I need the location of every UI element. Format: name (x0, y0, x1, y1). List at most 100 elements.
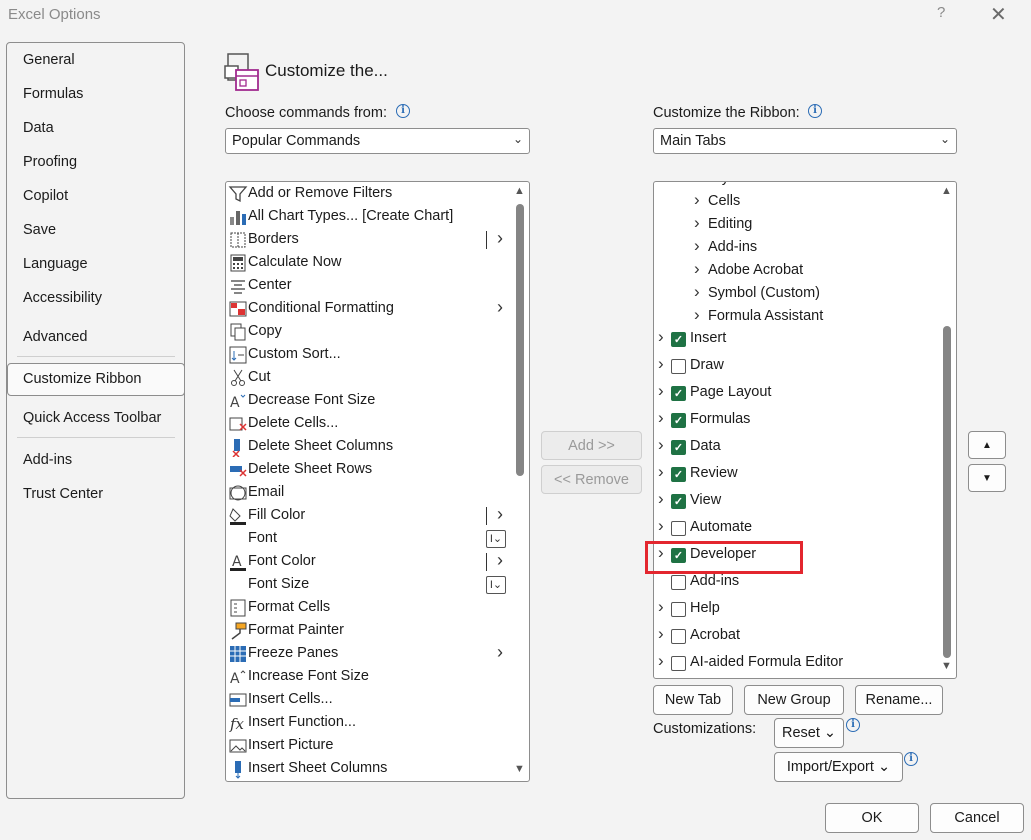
command-list-item[interactable]: A Font Color › (226, 550, 511, 574)
commands-scrollbar[interactable]: ▲ ▼ (511, 182, 529, 781)
tab-checkbox[interactable]: ✓ (671, 413, 686, 428)
scroll-down-arrow-icon[interactable]: ▼ (514, 763, 525, 775)
command-list-item[interactable]: Delete Cells... (226, 413, 511, 436)
ribbon-tab-item[interactable]: › Draw (654, 354, 938, 381)
move-down-button[interactable]: ▼ (968, 464, 1006, 492)
ribbon-tab-item[interactable]: › AI-aided Formula Editor (654, 651, 938, 678)
command-list-item[interactable]: Insert Sheet Columns (226, 758, 511, 781)
command-list-item[interactable]: Format Cells (226, 597, 511, 620)
new-group-button[interactable]: New Group (744, 685, 844, 715)
scroll-down-arrow-icon[interactable]: ▼ (941, 660, 952, 672)
cancel-button[interactable]: Cancel (930, 803, 1024, 833)
add-button[interactable]: Add >> (541, 431, 642, 460)
chevron-right-icon[interactable]: › (658, 327, 664, 347)
commands-list[interactable]: Add or Remove Filters All Chart Types... … (225, 181, 530, 782)
import-export-button[interactable]: Import/Export ⌄ (774, 752, 903, 782)
ribbon-group-item[interactable]: › Editing (654, 213, 938, 237)
chevron-right-icon[interactable]: › (658, 651, 664, 671)
chevron-right-icon[interactable]: › (658, 597, 664, 617)
nav-item-quick-access-toolbar[interactable]: Quick Access Toolbar (23, 410, 161, 426)
chevron-right-icon[interactable]: › (658, 381, 664, 401)
new-tab-button[interactable]: New Tab (653, 685, 733, 715)
command-list-item[interactable]: A Increase Font Size (226, 666, 511, 689)
chevron-right-icon[interactable]: › (694, 190, 700, 210)
tab-checkbox[interactable] (671, 602, 686, 617)
tab-checkbox[interactable]: ✓ (671, 440, 686, 455)
chevron-right-icon[interactable]: › (658, 435, 664, 455)
info-icon[interactable]: i (904, 752, 918, 766)
move-up-button[interactable]: ▲ (968, 431, 1006, 459)
chevron-right-icon[interactable]: › (694, 305, 700, 325)
nav-item-accessibility[interactable]: Accessibility (23, 290, 102, 306)
ribbon-group-item[interactable]: › Adobe Acrobat (654, 259, 938, 283)
nav-item-data[interactable]: Data (23, 120, 54, 136)
ribbon-tab-item[interactable]: › ✓ Data (654, 435, 938, 462)
command-list-item[interactable]: Calculate Now (226, 252, 511, 275)
tab-checkbox[interactable]: ✓ (671, 494, 686, 509)
help-button[interactable]: ? (937, 4, 945, 21)
command-list-item[interactable]: Insert Cells... (226, 689, 511, 712)
chevron-right-icon[interactable]: › (658, 354, 664, 374)
nav-item-advanced[interactable]: Advanced (23, 329, 88, 345)
scroll-thumb[interactable] (943, 326, 951, 658)
reset-button[interactable]: Reset ⌄ (774, 718, 844, 748)
tab-checkbox[interactable] (671, 359, 686, 374)
chevron-right-icon[interactable]: › (694, 213, 700, 233)
customize-ribbon-dropdown[interactable]: Main Tabs ⌄ (653, 128, 957, 154)
chevron-right-icon[interactable]: › (694, 182, 700, 187)
nav-item-save[interactable]: Save (23, 222, 56, 238)
tab-checkbox[interactable] (671, 629, 686, 644)
scroll-up-arrow-icon[interactable]: ▲ (941, 185, 952, 197)
ribbon-group-item[interactable]: › Add-ins (654, 236, 938, 260)
command-list-item[interactable]: Delete Sheet Rows (226, 459, 511, 482)
ribbon-group-item[interactable]: › Cells (654, 190, 938, 214)
command-list-item[interactable]: Insert Picture (226, 735, 511, 758)
ribbon-tab-item[interactable]: › Help (654, 597, 938, 624)
command-list-item[interactable]: Fill Color › (226, 504, 511, 528)
command-list-item[interactable]: Format Painter (226, 620, 511, 643)
ribbon-group-item[interactable]: › Formula Assistant (654, 305, 938, 329)
info-icon[interactable]: i (808, 104, 822, 118)
chevron-right-icon[interactable]: › (658, 408, 664, 428)
tab-checkbox[interactable]: ✓ (671, 467, 686, 482)
tree-scrollbar[interactable]: ▲ ▼ (938, 182, 956, 678)
chevron-right-icon[interactable]: › (658, 624, 664, 644)
chevron-right-icon[interactable]: › (694, 282, 700, 302)
command-list-item[interactable]: Copy (226, 321, 511, 344)
command-list-item[interactable]: Cut (226, 367, 511, 390)
tab-checkbox[interactable] (671, 575, 686, 590)
ribbon-tab-item[interactable]: › ✓ Insert (654, 327, 938, 354)
command-list-item[interactable]: Font Size I⌄ (226, 574, 511, 597)
command-list-item[interactable]: Add or Remove Filters (226, 183, 511, 206)
remove-button[interactable]: << Remove (541, 465, 642, 494)
ribbon-tabs-tree[interactable]: › Styles › Cells › Editing › Add-ins › Adobe Acro… (653, 181, 957, 679)
ribbon-tab-item[interactable]: › Acrobat (654, 624, 938, 651)
command-list-item[interactable]: fx Insert Function... (226, 712, 511, 735)
chevron-right-icon[interactable]: › (658, 462, 664, 482)
nav-item-trust-center[interactable]: Trust Center (23, 486, 103, 502)
ribbon-tab-item[interactable]: › Automate (654, 516, 938, 543)
command-list-item[interactable]: Conditional Formatting › (226, 297, 511, 321)
nav-item-copilot[interactable]: Copilot (23, 188, 68, 204)
info-icon[interactable]: i (846, 718, 860, 732)
command-list-item[interactable]: Borders › (226, 228, 511, 252)
command-list-item[interactable]: All Chart Types... [Create Chart] (226, 206, 511, 229)
command-list-item[interactable]: Freeze Panes › (226, 642, 511, 666)
tab-checkbox[interactable]: ✓ (671, 386, 686, 401)
ok-button[interactable]: OK (825, 803, 919, 833)
scroll-up-arrow-icon[interactable]: ▲ (514, 185, 525, 197)
tab-checkbox[interactable]: ✓ (671, 332, 686, 347)
info-icon[interactable]: i (396, 104, 410, 118)
rename-button[interactable]: Rename... (855, 685, 943, 715)
scroll-thumb[interactable] (516, 204, 524, 476)
chevron-right-icon[interactable]: › (658, 489, 664, 509)
close-button[interactable]: ✕ (990, 2, 1007, 27)
tab-checkbox[interactable] (671, 521, 686, 536)
ribbon-tab-item[interactable]: › ✓ Review (654, 462, 938, 489)
command-list-item[interactable]: Font I⌄ (226, 528, 511, 551)
ribbon-tab-item[interactable]: › ✓ Formulas (654, 408, 938, 435)
choose-commands-dropdown[interactable]: Popular Commands ⌄ (225, 128, 530, 154)
command-list-item[interactable]: Center (226, 275, 511, 298)
tab-checkbox[interactable] (671, 656, 686, 671)
ribbon-tab-item[interactable]: › ✓ Page Layout (654, 381, 938, 408)
